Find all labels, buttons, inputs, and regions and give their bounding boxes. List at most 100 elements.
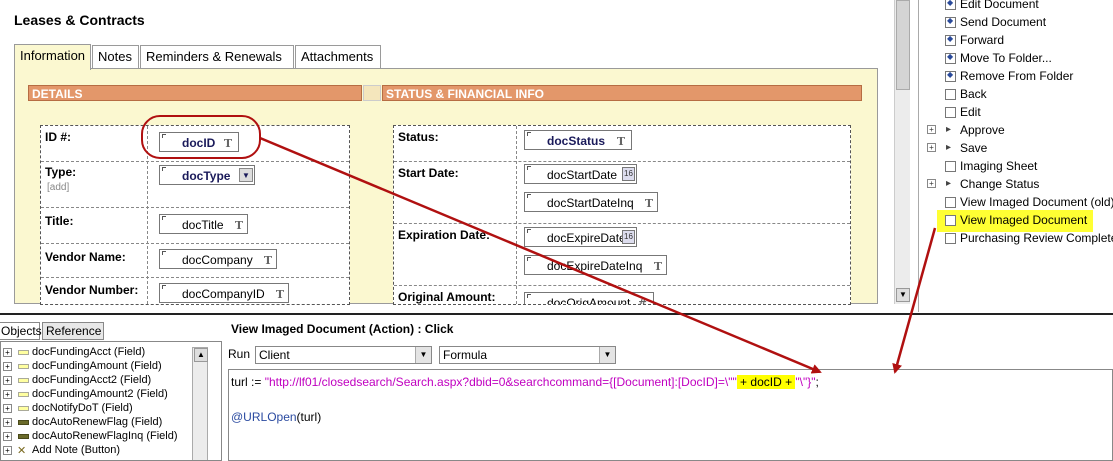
doctitle-field-name: docTitle — [182, 218, 224, 232]
page-title: Leases & Contracts — [14, 12, 145, 28]
docstatus-field-name: docStatus — [547, 134, 606, 148]
details-row-title: Title: docTitle T — [41, 208, 349, 244]
doccompanyid-field[interactable]: docCompanyID T — [159, 283, 289, 303]
tab-reference[interactable]: Reference — [42, 322, 104, 340]
expand-icon[interactable]: + — [3, 362, 12, 371]
doctitle-field[interactable]: docTitle T — [159, 214, 248, 234]
action-label: Back — [960, 87, 987, 101]
tab-reminders-renewals[interactable]: Reminders & Renewals — [140, 45, 294, 69]
start-date-label: Start Date: — [398, 166, 459, 180]
editor-header: View Imaged Document (Action) : Click — [231, 322, 454, 336]
run-select[interactable]: Client ▼ — [255, 346, 432, 364]
action-icon — [945, 34, 956, 46]
type-label: Type: — [45, 165, 77, 179]
text-type-icon: T — [653, 260, 662, 273]
field-object-icon — [18, 378, 29, 383]
doccompany-field[interactable]: docCompany T — [159, 249, 277, 269]
tab-objects[interactable]: Objects — [0, 322, 42, 340]
text-type-icon: T — [234, 219, 243, 232]
action-icon — [945, 89, 956, 100]
calendar-icon[interactable]: 16 — [622, 230, 635, 244]
text-type-icon: T — [644, 197, 653, 210]
run-select-value: Client — [259, 348, 290, 362]
scroll-up-icon[interactable]: ▲ — [194, 348, 208, 362]
details-grid: ID #: docID T Type: [add] docType ▼ Title:… — [40, 125, 350, 305]
form-scrollbar[interactable]: ▼ — [894, 0, 910, 304]
field-object-icon — [18, 350, 29, 355]
expand-icon[interactable]: + — [927, 143, 936, 152]
action-label: Imaging Sheet — [960, 159, 1038, 173]
title-label: Title: — [45, 214, 74, 228]
docexpiredateinq-field[interactable]: docExpireDateInq T — [524, 255, 667, 275]
expand-icon[interactable]: + — [3, 404, 12, 413]
action-icon — [945, 233, 956, 244]
docstatus-field[interactable]: docStatus T — [524, 130, 632, 150]
field-object-icon — [18, 364, 29, 369]
status-row-start-date: Start Date: docStartDate 16 docStartDateI… — [394, 162, 850, 224]
expand-icon[interactable]: + — [3, 390, 12, 399]
chevron-down-icon[interactable]: ▼ — [599, 347, 615, 363]
action-label: Edit Document — [960, 0, 1039, 11]
expand-icon[interactable]: + — [927, 125, 936, 134]
action-label: View Imaged Document (old) — [960, 195, 1113, 209]
chevron-down-icon[interactable]: ▼ — [415, 347, 431, 363]
submenu-arrow-icon: ▸ — [946, 142, 952, 153]
code-function: @URLOpen — [231, 410, 297, 424]
expand-icon[interactable]: + — [3, 418, 12, 427]
docstartdateinq-field[interactable]: docStartDateInq T — [524, 192, 658, 212]
code-args: (turl) — [296, 410, 322, 424]
action-label: Forward — [960, 33, 1005, 47]
details-row-vendor-number: Vendor Number: docCompanyID T — [41, 278, 349, 304]
docstartdateinq-field-name: docStartDateInq — [547, 196, 634, 210]
chevron-down-icon[interactable]: ▼ — [239, 168, 253, 182]
expand-icon[interactable]: + — [927, 179, 936, 188]
object-label: docAutoRenewFlag (Field) — [32, 416, 163, 428]
objects-scrollbar[interactable]: ▲ — [192, 347, 208, 460]
code-semicolon: ; — [815, 375, 819, 389]
action-icon — [945, 107, 956, 118]
original-amount-label: Original Amount: — [398, 290, 496, 304]
expand-icon[interactable]: + — [3, 446, 12, 455]
tab-attachments[interactable]: Attachments — [295, 45, 381, 69]
doctype-field[interactable]: docType ▼ — [159, 165, 255, 185]
expand-icon[interactable]: + — [3, 432, 12, 441]
field-object-icon — [18, 420, 29, 425]
text-type-icon: T — [275, 288, 284, 301]
formula-editor[interactable]: turl := "http://lf01/closedsearch/Search… — [228, 369, 1113, 461]
docstartdate-field[interactable]: docStartDate 16 — [524, 164, 637, 184]
status-header: STATUS & FINANCIAL INFO — [382, 85, 862, 101]
expiration-date-label: Expiration Date: — [398, 228, 491, 242]
action-icon — [945, 16, 956, 28]
docid-field[interactable]: docID T — [159, 132, 239, 152]
tab-notes[interactable]: Notes — [92, 45, 139, 69]
add-type-link[interactable]: [add] — [47, 182, 69, 193]
status-row-status: Status: docStatus T — [394, 126, 850, 162]
details-row-type: Type: [add] docType ▼ — [41, 162, 349, 208]
submenu-arrow-icon: ▸ — [946, 178, 952, 189]
scrollbar-thumb[interactable] — [896, 0, 910, 90]
action-icon — [945, 70, 956, 82]
details-row-id: ID #: docID T — [41, 126, 349, 162]
expand-icon[interactable]: + — [3, 348, 12, 357]
status-header-text: STATUS & FINANCIAL INFO — [386, 87, 544, 101]
action-label: Edit — [960, 105, 981, 119]
object-label: docFundingAcct (Field) — [32, 346, 146, 358]
language-select[interactable]: Formula ▼ — [439, 346, 616, 364]
action-label: View Imaged Document — [960, 213, 1088, 227]
object-label: docFundingAmount2 (Field) — [32, 388, 168, 400]
docorigamount-field[interactable]: docOrigAmount # — [524, 292, 654, 304]
docid-field-name: docID — [182, 136, 216, 150]
action-icon — [945, 52, 956, 64]
code-line-2: @URLOpen(turl) — [231, 410, 321, 424]
section-spacer — [363, 85, 381, 101]
details-header: DETAILS — [28, 85, 362, 101]
docexpiredate-field[interactable]: docExpireDate 16 — [524, 227, 637, 247]
submenu-arrow-icon: ▸ — [946, 124, 952, 135]
field-object-icon — [18, 392, 29, 397]
scroll-down-icon[interactable]: ▼ — [896, 288, 910, 302]
calendar-icon[interactable]: 16 — [622, 167, 635, 181]
expand-icon[interactable]: + — [3, 376, 12, 385]
form-area: DETAILS STATUS & FINANCIAL INFO ID #: do… — [14, 68, 878, 305]
tab-information[interactable]: Information — [14, 44, 91, 70]
object-label: docNotifyDoT (Field) — [32, 402, 133, 414]
